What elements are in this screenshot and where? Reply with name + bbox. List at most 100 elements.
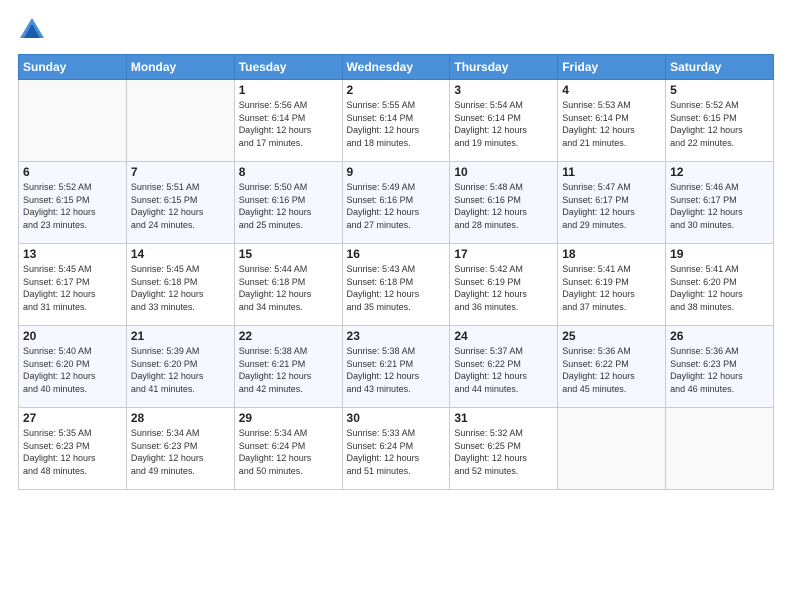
day-number: 17: [454, 247, 553, 261]
day-info: Sunrise: 5:46 AM Sunset: 6:17 PM Dayligh…: [670, 181, 769, 231]
day-number: 14: [131, 247, 230, 261]
calendar-cell: 23Sunrise: 5:38 AM Sunset: 6:21 PM Dayli…: [342, 326, 450, 408]
day-info: Sunrise: 5:40 AM Sunset: 6:20 PM Dayligh…: [23, 345, 122, 395]
day-number: 18: [562, 247, 661, 261]
calendar-cell: 22 Sunrise: 5:38 AM Sunset: 6:21 PM Dayli…: [234, 326, 342, 408]
day-info: Sunrise: 5:52 AM Sunset: 6:15 PM Dayligh…: [23, 181, 122, 231]
day-number: 24: [454, 329, 553, 343]
calendar-cell: 17 Sunrise: 5:42 AM Sunset: 6:19 PM Dayli…: [450, 244, 558, 326]
day-number: 15: [239, 247, 338, 261]
day-info: Sunrise: 5:35 AM Sunset: 6:23 PM Dayligh…: [23, 427, 122, 477]
calendar-cell: 27 Sunrise: 5:35 AM Sunset: 6:23 PM Dayli…: [19, 408, 127, 490]
weekday-header-row: SundayMondayTuesdayWednesdayThursdayFrid…: [19, 55, 774, 80]
day-number: 21: [131, 329, 230, 343]
day-number: 31: [454, 411, 553, 425]
calendar-cell: 7Sunrise: 5:51 AM Sunset: 6:15 PM Daylig…: [126, 162, 234, 244]
logo-icon: [18, 16, 46, 44]
day-info: Sunrise: 5:49 AM Sunset: 6:16 PM Dayligh…: [347, 181, 446, 231]
calendar-body: 1 Sunrise: 5:56 AM Sunset: 6:14 PM Daylig…: [19, 80, 774, 490]
weekday-header-tuesday: Tuesday: [234, 55, 342, 80]
weekday-header-saturday: Saturday: [666, 55, 774, 80]
calendar-cell: 20 Sunrise: 5:40 AM Sunset: 6:20 PM Dayli…: [19, 326, 127, 408]
day-number: 19: [670, 247, 769, 261]
day-info: Sunrise: 5:32 AM Sunset: 6:25 PM Dayligh…: [454, 427, 553, 477]
day-number: 5: [670, 83, 769, 97]
calendar-cell: 30 Sunrise: 5:33 AM Sunset: 6:24 PM Dayli…: [342, 408, 450, 490]
day-info: Sunrise: 5:34 AM Sunset: 6:24 PM Dayligh…: [239, 427, 338, 477]
calendar-cell: [558, 408, 666, 490]
day-number: 13: [23, 247, 122, 261]
calendar-cell: 24 Sunrise: 5:37 AM Sunset: 6:22 PM Dayli…: [450, 326, 558, 408]
day-number: 22: [239, 329, 338, 343]
day-info: Sunrise: 5:51 AM Sunset: 6:15 PM Dayligh…: [131, 181, 230, 231]
calendar-cell: 2 Sunrise: 5:55 AM Sunset: 6:14 PM Daylig…: [342, 80, 450, 162]
calendar-cell: 13 Sunrise: 5:45 AM Sunset: 6:17 PM Dayli…: [19, 244, 127, 326]
day-info: Sunrise: 5:50 AM Sunset: 6:16 PM Dayligh…: [239, 181, 338, 231]
calendar-week-row: 6Sunrise: 5:52 AM Sunset: 6:15 PM Daylig…: [19, 162, 774, 244]
weekday-header-wednesday: Wednesday: [342, 55, 450, 80]
day-info: Sunrise: 5:45 AM Sunset: 6:17 PM Dayligh…: [23, 263, 122, 313]
calendar-cell: 14Sunrise: 5:45 AM Sunset: 6:18 PM Dayli…: [126, 244, 234, 326]
calendar-week-row: 20 Sunrise: 5:40 AM Sunset: 6:20 PM Dayli…: [19, 326, 774, 408]
calendar-cell: 6Sunrise: 5:52 AM Sunset: 6:15 PM Daylig…: [19, 162, 127, 244]
day-info: Sunrise: 5:39 AM Sunset: 6:20 PM Dayligh…: [131, 345, 230, 395]
day-number: 20: [23, 329, 122, 343]
day-number: 1: [239, 83, 338, 97]
day-number: 16: [347, 247, 446, 261]
calendar-week-row: 27 Sunrise: 5:35 AM Sunset: 6:23 PM Dayli…: [19, 408, 774, 490]
calendar-table: SundayMondayTuesdayWednesdayThursdayFrid…: [18, 54, 774, 490]
calendar-cell: 9Sunrise: 5:49 AM Sunset: 6:16 PM Daylig…: [342, 162, 450, 244]
day-number: 2: [347, 83, 446, 97]
weekday-header-thursday: Thursday: [450, 55, 558, 80]
calendar-cell: 4 Sunrise: 5:53 AM Sunset: 6:14 PM Daylig…: [558, 80, 666, 162]
calendar-cell: 21 Sunrise: 5:39 AM Sunset: 6:20 PM Dayli…: [126, 326, 234, 408]
day-number: 3: [454, 83, 553, 97]
logo: [18, 16, 50, 44]
day-info: Sunrise: 5:43 AM Sunset: 6:18 PM Dayligh…: [347, 263, 446, 313]
calendar-cell: 15 Sunrise: 5:44 AM Sunset: 6:18 PM Dayli…: [234, 244, 342, 326]
day-info: Sunrise: 5:52 AM Sunset: 6:15 PM Dayligh…: [670, 99, 769, 149]
day-info: Sunrise: 5:53 AM Sunset: 6:14 PM Dayligh…: [562, 99, 661, 149]
weekday-header-sunday: Sunday: [19, 55, 127, 80]
day-number: 27: [23, 411, 122, 425]
day-info: Sunrise: 5:55 AM Sunset: 6:14 PM Dayligh…: [347, 99, 446, 149]
day-number: 29: [239, 411, 338, 425]
calendar-cell: 28 Sunrise: 5:34 AM Sunset: 6:23 PM Dayli…: [126, 408, 234, 490]
day-info: Sunrise: 5:41 AM Sunset: 6:19 PM Dayligh…: [562, 263, 661, 313]
calendar-cell: 25 Sunrise: 5:36 AM Sunset: 6:22 PM Dayli…: [558, 326, 666, 408]
calendar-cell: [666, 408, 774, 490]
day-info: Sunrise: 5:33 AM Sunset: 6:24 PM Dayligh…: [347, 427, 446, 477]
day-number: 30: [347, 411, 446, 425]
day-info: Sunrise: 5:42 AM Sunset: 6:19 PM Dayligh…: [454, 263, 553, 313]
calendar-cell: [126, 80, 234, 162]
day-info: Sunrise: 5:56 AM Sunset: 6:14 PM Dayligh…: [239, 99, 338, 149]
day-number: 28: [131, 411, 230, 425]
day-number: 25: [562, 329, 661, 343]
page: SundayMondayTuesdayWednesdayThursdayFrid…: [0, 0, 792, 612]
day-info: Sunrise: 5:37 AM Sunset: 6:22 PM Dayligh…: [454, 345, 553, 395]
calendar-cell: [19, 80, 127, 162]
day-number: 12: [670, 165, 769, 179]
calendar-cell: 31 Sunrise: 5:32 AM Sunset: 6:25 PM Dayli…: [450, 408, 558, 490]
day-info: Sunrise: 5:44 AM Sunset: 6:18 PM Dayligh…: [239, 263, 338, 313]
day-number: 8: [239, 165, 338, 179]
weekday-header-friday: Friday: [558, 55, 666, 80]
day-info: Sunrise: 5:48 AM Sunset: 6:16 PM Dayligh…: [454, 181, 553, 231]
calendar-cell: 1 Sunrise: 5:56 AM Sunset: 6:14 PM Daylig…: [234, 80, 342, 162]
day-info: Sunrise: 5:36 AM Sunset: 6:23 PM Dayligh…: [670, 345, 769, 395]
calendar-cell: 18 Sunrise: 5:41 AM Sunset: 6:19 PM Dayli…: [558, 244, 666, 326]
weekday-header-monday: Monday: [126, 55, 234, 80]
calendar-week-row: 1 Sunrise: 5:56 AM Sunset: 6:14 PM Daylig…: [19, 80, 774, 162]
calendar-cell: 11Sunrise: 5:47 AM Sunset: 6:17 PM Dayli…: [558, 162, 666, 244]
day-number: 4: [562, 83, 661, 97]
day-info: Sunrise: 5:34 AM Sunset: 6:23 PM Dayligh…: [131, 427, 230, 477]
day-info: Sunrise: 5:41 AM Sunset: 6:20 PM Dayligh…: [670, 263, 769, 313]
day-number: 26: [670, 329, 769, 343]
calendar-cell: 3 Sunrise: 5:54 AM Sunset: 6:14 PM Daylig…: [450, 80, 558, 162]
day-info: Sunrise: 5:54 AM Sunset: 6:14 PM Dayligh…: [454, 99, 553, 149]
day-info: Sunrise: 5:38 AM Sunset: 6:21 PM Dayligh…: [239, 345, 338, 395]
calendar-cell: 26 Sunrise: 5:36 AM Sunset: 6:23 PM Dayli…: [666, 326, 774, 408]
header: [18, 16, 774, 44]
day-info: Sunrise: 5:36 AM Sunset: 6:22 PM Dayligh…: [562, 345, 661, 395]
day-number: 10: [454, 165, 553, 179]
